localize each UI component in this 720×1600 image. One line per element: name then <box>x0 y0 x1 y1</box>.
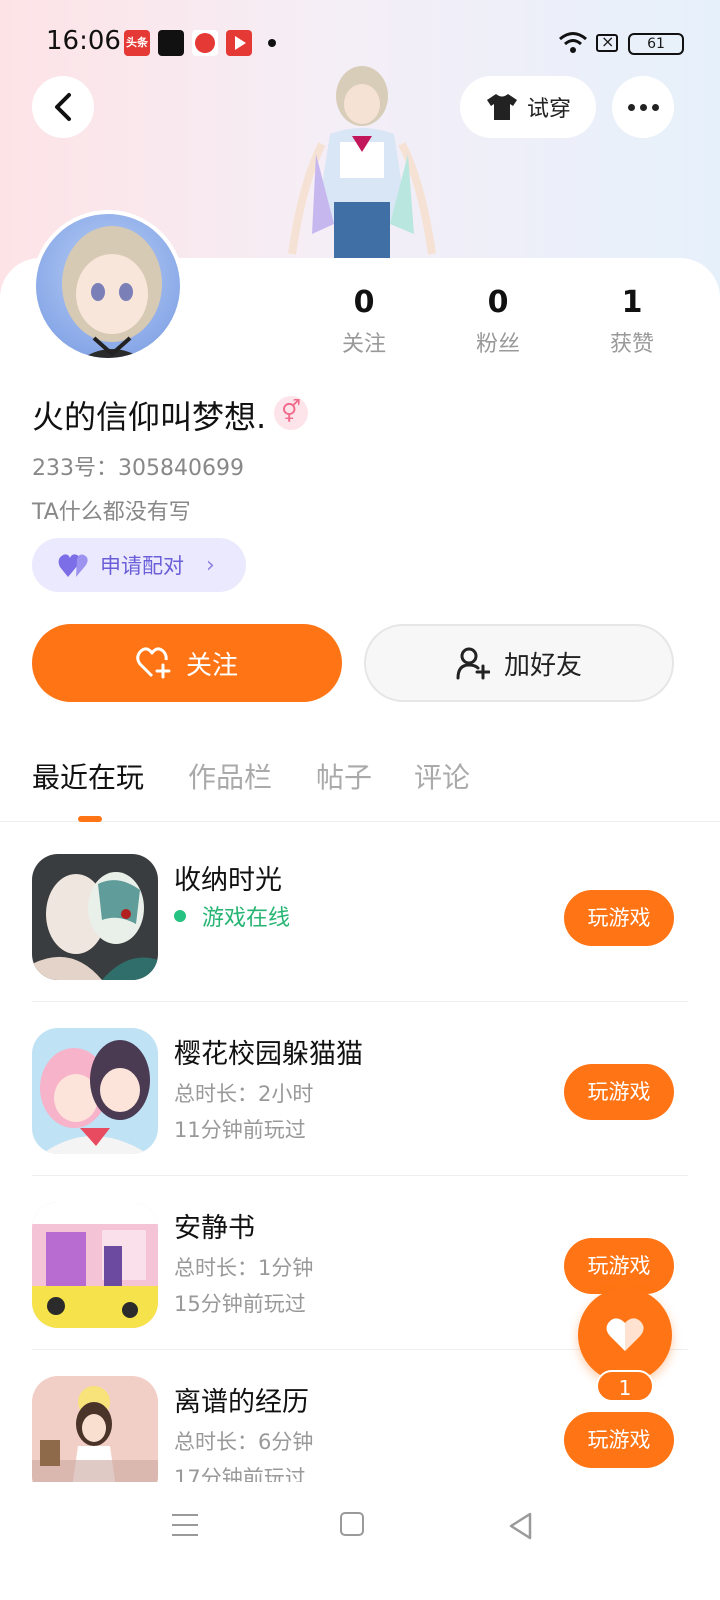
tab-works[interactable]: 作品栏 <box>188 756 272 796</box>
stat-value: 0 <box>353 285 375 320</box>
double-heart-icon <box>58 554 88 577</box>
game-icon <box>32 1202 158 1328</box>
game-name: 离谱的经历 <box>174 1387 309 1418</box>
stat-value: 0 <box>487 285 509 320</box>
heart-plus-icon <box>136 647 171 679</box>
play-game-button[interactable]: 玩游戏 <box>564 1064 674 1120</box>
user-id: 233号：305840699 <box>32 456 244 481</box>
stat-label: 获赞 <box>609 332 654 357</box>
online-status-label: 游戏在线 <box>202 906 291 931</box>
game-icon <box>32 1028 158 1154</box>
play-duration: 总时长：1分钟 <box>174 1256 314 1280</box>
list-item[interactable]: 收纳时光 游戏在线 玩游戏 <box>32 828 688 1002</box>
add-user-icon <box>456 647 490 680</box>
profile-tabs: 最近在玩 作品栏 帖子 评论 <box>0 756 720 822</box>
stat-label: 粉丝 <box>475 332 520 357</box>
tryon-button[interactable]: 试穿 <box>460 76 596 138</box>
back-triangle-icon[interactable] <box>508 1512 534 1540</box>
avatar-character-illustration <box>288 66 436 264</box>
toutiao-app-icon: 头条 <box>124 30 150 56</box>
last-played: 17分钟前玩过 <box>174 1466 306 1482</box>
menu-icon[interactable] <box>172 1514 198 1538</box>
tab-indicator <box>78 816 102 822</box>
back-button[interactable] <box>32 76 94 138</box>
heart-icon <box>606 1318 644 1351</box>
chevron-left-icon <box>55 93 71 121</box>
game-name: 安静书 <box>174 1213 255 1244</box>
online-dot-icon <box>174 910 186 922</box>
more-options-button[interactable] <box>612 76 674 138</box>
bio: TA什么都没有写 <box>32 500 191 525</box>
status-time: 16:06 <box>46 26 121 56</box>
like-fab-button[interactable] <box>578 1288 672 1382</box>
follow-button[interactable]: 关注 <box>32 624 342 702</box>
play-duration: 总时长：6分钟 <box>174 1430 314 1454</box>
stat-followers[interactable]: 0 粉丝 <box>448 285 548 358</box>
tiktok-app-icon <box>158 30 184 56</box>
tryon-label: 试穿 <box>526 97 571 122</box>
dot-icon <box>627 103 635 111</box>
play-duration: 总时长：2小时 <box>174 1082 314 1106</box>
apply-match-button[interactable]: 申请配对 › <box>32 538 246 592</box>
last-played: 15分钟前玩过 <box>174 1292 306 1316</box>
video-app-icon <box>226 30 252 56</box>
stat-likes[interactable]: 1 获赞 <box>582 285 682 358</box>
dot-icon <box>639 103 647 111</box>
match-label: 申请配对 <box>100 554 184 578</box>
add-friend-button[interactable]: 加好友 <box>364 624 674 702</box>
dot-icon <box>651 103 659 111</box>
online-status: 游戏在线 <box>174 900 290 932</box>
play-game-button[interactable]: 玩游戏 <box>564 890 674 946</box>
like-count-badge: 1 <box>596 1370 654 1402</box>
stat-label: 关注 <box>341 332 386 357</box>
more-notifications-dot <box>268 39 276 47</box>
stat-following[interactable]: 0 关注 <box>314 285 414 358</box>
gender-icon: ⚥ <box>274 396 308 430</box>
chevron-right-icon: › <box>206 552 215 578</box>
game-name: 樱花校园躲猫猫 <box>174 1039 363 1070</box>
record-app-icon <box>192 30 218 56</box>
tshirt-icon <box>486 94 517 120</box>
game-icon <box>32 1376 158 1482</box>
avatar[interactable] <box>32 210 184 362</box>
follow-label: 关注 <box>185 650 238 681</box>
sim-icon <box>596 32 618 52</box>
game-icon <box>32 854 158 980</box>
tab-recently-played[interactable]: 最近在玩 <box>32 756 144 796</box>
game-name: 收纳时光 <box>174 865 282 896</box>
last-played: 11分钟前玩过 <box>174 1118 306 1142</box>
wifi-icon <box>559 32 587 53</box>
tab-comments[interactable]: 评论 <box>414 756 470 796</box>
tab-posts[interactable]: 帖子 <box>316 756 372 796</box>
list-item[interactable]: 离谱的经历 总时长：6分钟 17分钟前玩过 玩游戏 <box>32 1350 688 1482</box>
system-nav-bar <box>0 1482 720 1600</box>
nickname: 火的信仰叫梦想. <box>32 398 267 436</box>
battery-icon: 61 <box>628 33 684 55</box>
play-game-button[interactable]: 玩游戏 <box>564 1238 674 1294</box>
stat-value: 1 <box>621 285 643 320</box>
play-game-button[interactable]: 玩游戏 <box>564 1412 674 1468</box>
add-friend-label: 加好友 <box>503 650 582 681</box>
home-icon[interactable] <box>340 1512 364 1536</box>
list-item[interactable]: 樱花校园躲猫猫 总时长：2小时 11分钟前玩过 玩游戏 <box>32 1002 688 1176</box>
